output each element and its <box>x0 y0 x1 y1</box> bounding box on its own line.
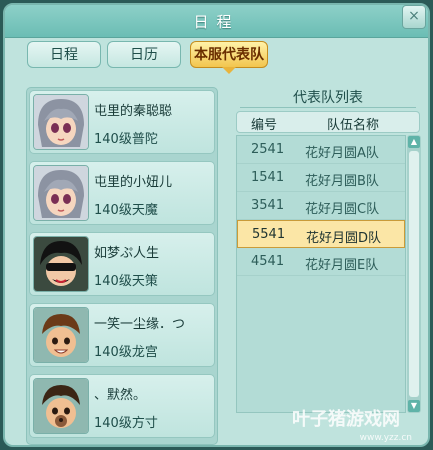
team-name: 花好月圆D队 <box>306 231 382 246</box>
avatar <box>33 378 89 434</box>
member-name: 屯里的小妞儿 <box>94 175 173 190</box>
member-card[interactable]: 屯里的小妞儿 140级天魔 <box>29 161 215 225</box>
schedule-window: 日程 × 日程 日历 本服代表队 屯里的秦聪聪 140级普陀 屯里的小妞儿 14… <box>3 3 430 447</box>
team-name: 花好月圆B队 <box>305 174 379 189</box>
member-level: 140级普陀 <box>94 132 158 147</box>
avatar <box>33 165 89 221</box>
member-card[interactable]: 一笑一尘缘．つ 140级龙宫 <box>29 303 215 367</box>
team-id: 4541 <box>251 254 285 269</box>
tab-schedule[interactable]: 日程 <box>27 41 101 68</box>
member-level: 140级方寸 <box>94 416 158 431</box>
team-id: 2541 <box>251 142 285 157</box>
table-row[interactable]: 2541 花好月圆A队 <box>237 136 405 164</box>
member-level: 140级天魔 <box>94 203 158 218</box>
avatar <box>33 307 89 363</box>
watermark-url: www.yzz.cn <box>359 433 412 443</box>
team-id: 3541 <box>251 198 285 213</box>
window-title: 日程 <box>193 13 240 31</box>
member-card[interactable]: 屯里的秦聪聪 140级普陀 <box>29 90 215 154</box>
team-name: 花好月圆C队 <box>305 202 380 217</box>
table-row[interactable]: 1541 花好月圆B队 <box>237 164 405 192</box>
scrollbar[interactable]: ▲ ▼ <box>407 135 421 413</box>
member-name: 、默然。 <box>94 388 147 403</box>
team-name: 花好月圆E队 <box>305 258 379 273</box>
table-row-selected[interactable]: 5541 花好月圆D队 <box>237 220 405 248</box>
close-icon: × <box>408 8 420 24</box>
member-card[interactable]: 如梦ぷ人生 140级天策 <box>29 232 215 296</box>
team-table: 2541 花好月圆A队 1541 花好月圆B队 3541 花好月圆C队 5541… <box>236 135 406 413</box>
member-name: 屯里的秦聪聪 <box>94 104 173 119</box>
team-id: 5541 <box>252 227 286 242</box>
member-name: 一笑一尘缘．つ <box>94 317 186 332</box>
divider <box>240 107 416 108</box>
team-name: 花好月圆A队 <box>305 146 379 161</box>
avatar <box>33 236 89 292</box>
table-header: 编号 队伍名称 <box>236 111 420 133</box>
member-card[interactable]: 、默然。 140级方寸 <box>29 374 215 438</box>
title-bar: 日程 × <box>5 5 428 38</box>
member-level: 140级龙宫 <box>94 345 158 360</box>
close-button[interactable]: × <box>402 5 426 29</box>
member-name: 如梦ぷ人生 <box>94 246 160 261</box>
column-header-id: 编号 <box>251 118 278 133</box>
avatar <box>33 94 89 150</box>
scroll-down-icon[interactable]: ▼ <box>408 400 420 412</box>
scroll-thumb[interactable] <box>409 151 419 397</box>
team-list-panel: 代表队列表 编号 队伍名称 2541 花好月圆A队 1541 花好月圆B队 35… <box>232 83 424 445</box>
member-level: 140级天策 <box>94 274 158 289</box>
scroll-up-icon[interactable]: ▲ <box>408 136 420 148</box>
table-row[interactable]: 4541 花好月圆E队 <box>237 248 405 276</box>
member-list: 屯里的秦聪聪 140级普陀 屯里的小妞儿 140级天魔 如梦ぷ人生 140级天策… <box>26 87 218 445</box>
watermark-logo: 叶子猪游戏网 <box>292 409 400 430</box>
table-row[interactable]: 3541 花好月圆C队 <box>237 192 405 220</box>
column-header-name: 队伍名称 <box>327 118 380 133</box>
team-id: 1541 <box>251 170 285 185</box>
tab-server-team[interactable]: 本服代表队 <box>190 41 268 74</box>
team-list-title: 代表队列表 <box>293 90 363 106</box>
tab-calendar[interactable]: 日历 <box>107 41 181 68</box>
